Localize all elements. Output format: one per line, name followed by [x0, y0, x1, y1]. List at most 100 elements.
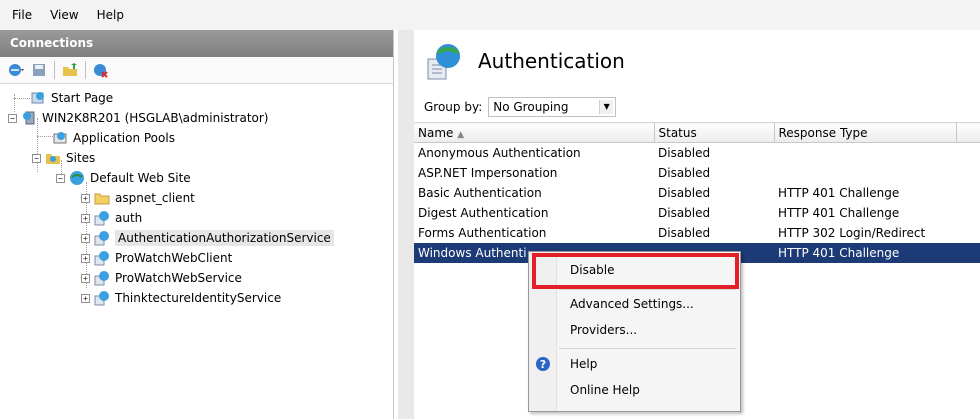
expand-icon[interactable]: +	[81, 293, 90, 303]
svg-text:?: ?	[540, 358, 546, 371]
collapse-icon[interactable]: −	[8, 113, 17, 123]
page-title: Authentication	[478, 49, 625, 73]
tree-item-prowatch-web-service[interactable]: + ProWatchWebService	[81, 268, 242, 288]
application-icon	[94, 290, 110, 306]
folder-icon	[94, 190, 110, 206]
application-icon	[94, 270, 110, 286]
up-folder-icon[interactable]	[61, 61, 79, 79]
menu-item-label: Advanced Settings...	[570, 297, 694, 311]
cell-response: HTTP 302 Login/Redirect	[778, 225, 926, 240]
table-row[interactable]: Anonymous Authentication Disabled	[414, 143, 980, 163]
connections-pane: Connections Start Page − WIN2K8R201 (HSG…	[0, 30, 394, 419]
menu-item-help[interactable]: ? Help	[529, 352, 740, 376]
tree-label: Application Pools	[73, 131, 175, 145]
tree-item-aspnet-client[interactable]: + aspnet_client	[81, 188, 195, 208]
connections-toolbar	[0, 57, 393, 84]
tree-item-default-web-site[interactable]: − Default Web Site	[56, 168, 191, 188]
connect-icon[interactable]	[8, 61, 26, 79]
column-header-name[interactable]: Name ▲	[414, 122, 655, 143]
column-header-status[interactable]: Status	[654, 122, 775, 143]
tree-item-auth[interactable]: + auth	[81, 208, 142, 228]
group-by-dropdown[interactable]: No Grouping ▼	[488, 97, 617, 117]
tree-item-authentication-authorization-service[interactable]: + AuthenticationAuthorizationService	[81, 228, 334, 248]
table-row[interactable]: ASP.NET Impersonation Disabled	[414, 163, 980, 183]
menu-view[interactable]: View	[50, 8, 78, 22]
cell-name: ASP.NET Impersonation	[418, 165, 558, 180]
expand-icon[interactable]: +	[81, 213, 90, 223]
tree-label-selected: AuthenticationAuthorizationService	[115, 230, 334, 246]
cell-status: Disabled	[658, 185, 711, 200]
feature-header: Authentication	[414, 30, 980, 92]
tree-item-application-pools[interactable]: Application Pools	[52, 128, 175, 148]
cell-name: Forms Authentication	[418, 225, 547, 240]
cell-name: Digest Authentication	[418, 205, 549, 220]
authentication-table: Name ▲ Status Response Type Anonymous Au…	[414, 122, 980, 263]
group-by-row: Group by: No Grouping ▼	[414, 92, 980, 122]
tree-label: ThinktectureIdentityService	[115, 291, 282, 305]
menu-bar: File View Help	[0, 0, 980, 30]
menu-help[interactable]: Help	[97, 8, 124, 22]
start-page-icon	[30, 90, 46, 106]
tree-label: Default Web Site	[90, 171, 191, 185]
tree-label: auth	[115, 211, 143, 225]
menu-file[interactable]: File	[12, 8, 32, 22]
connections-tree: Start Page − WIN2K8R201 (HSGLAB\administ…	[0, 84, 393, 306]
save-icon[interactable]	[30, 61, 48, 79]
connections-header: Connections	[0, 30, 393, 57]
tree-label: ProWatchWebClient	[115, 251, 233, 265]
application-icon	[94, 210, 110, 226]
tree-label: WIN2K8R201 (HSGLAB\administrator)	[42, 111, 269, 125]
context-menu: Disable Advanced Settings... Providers..…	[528, 251, 741, 412]
expand-icon[interactable]: +	[81, 193, 90, 203]
tree-label: ProWatchWebService	[115, 271, 242, 285]
tree-label: aspnet_client	[115, 191, 195, 205]
tree-item-sites[interactable]: − Sites	[32, 148, 95, 168]
cell-response: HTTP 401 Challenge	[774, 242, 956, 263]
column-header-response-type[interactable]: Response Type	[774, 122, 957, 143]
expand-icon[interactable]: +	[81, 253, 90, 263]
group-by-label: Group by:	[424, 100, 483, 114]
menu-separator	[559, 289, 736, 290]
tree-label: Sites	[66, 151, 96, 165]
help-icon: ?	[535, 356, 551, 375]
authentication-icon	[424, 41, 464, 81]
application-icon	[94, 230, 110, 246]
tree-item-thinktecture-identity-service[interactable]: + ThinktectureIdentityService	[81, 288, 281, 308]
cell-status: Disabled	[658, 145, 711, 160]
table-row[interactable]: Digest Authentication Disabled HTTP 401 …	[414, 203, 980, 223]
cell-status: Disabled	[658, 165, 711, 180]
app-pools-icon	[52, 130, 68, 146]
table-header-row: Name ▲ Status Response Type	[414, 122, 980, 143]
toolbar-separator	[54, 61, 55, 79]
menu-separator	[559, 348, 736, 349]
menu-item-advanced-settings[interactable]: Advanced Settings...	[529, 292, 740, 316]
expand-icon[interactable]: +	[81, 273, 90, 283]
table-row[interactable]: Basic Authentication Disabled HTTP 401 C…	[414, 183, 980, 203]
menu-item-label: Help	[570, 357, 598, 371]
tree-item-prowatch-web-client[interactable]: + ProWatchWebClient	[81, 248, 232, 268]
expand-icon[interactable]: +	[81, 233, 90, 243]
menu-item-label: Providers...	[570, 323, 638, 337]
disconnect-icon[interactable]	[92, 61, 110, 79]
tree-item-start-page[interactable]: Start Page	[30, 88, 113, 108]
cell-response	[774, 143, 956, 163]
menu-item-label: Online Help	[570, 383, 640, 397]
application-icon	[94, 250, 110, 266]
sort-ascending-icon: ▲	[457, 129, 465, 140]
menu-item-providers[interactable]: Providers...	[529, 318, 740, 342]
tree-label: Start Page	[51, 91, 114, 105]
tree-item-server[interactable]: − WIN2K8R201 (HSGLAB\administrator)	[8, 108, 268, 128]
menu-item-disable[interactable]: Disable	[529, 258, 740, 282]
table-row[interactable]: Forms Authentication Disabled HTTP 302 L…	[414, 223, 980, 243]
group-by-value: No Grouping	[493, 100, 569, 114]
menu-item-label: Disable	[570, 263, 615, 277]
cell-status: Disabled	[658, 205, 711, 220]
menu-item-online-help[interactable]: Online Help	[529, 378, 740, 402]
dropdown-arrow-icon[interactable]: ▼	[599, 100, 614, 114]
cell-status: Disabled	[658, 225, 711, 240]
column-header-filler	[956, 122, 980, 143]
cell-response: HTTP 401 Challenge	[778, 185, 900, 200]
collapse-icon[interactable]: −	[56, 173, 65, 183]
sites-folder-icon	[45, 150, 61, 166]
collapse-icon[interactable]: −	[32, 153, 41, 163]
